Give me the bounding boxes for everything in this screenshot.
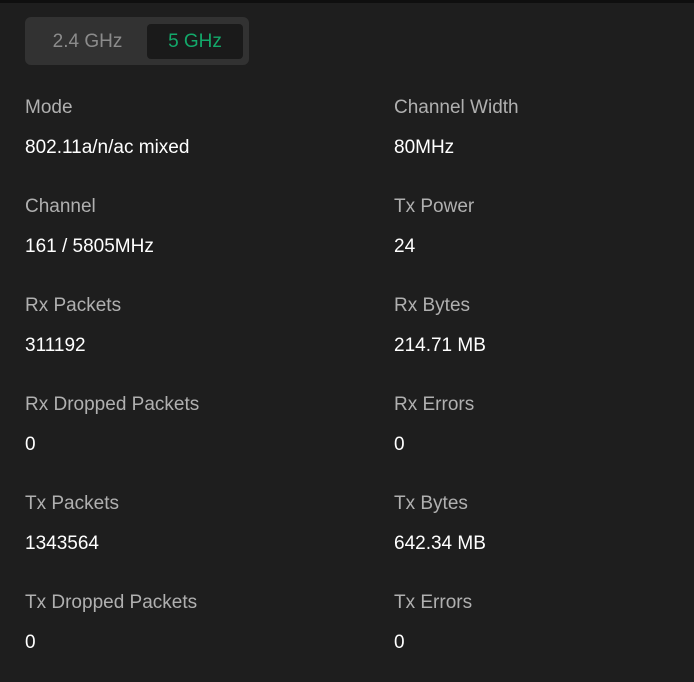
tx-errors-value: 0 [394,632,405,653]
tx-power-label: Tx Power [394,196,475,217]
top-border [0,0,694,3]
channel-width-value: 80MHz [394,137,455,158]
channel-label: Channel [25,196,96,217]
channel-value: 161 / 5805MHz [25,236,154,257]
mode-label: Mode [25,97,73,118]
rx-packets-value: 311192 [25,335,86,356]
tx-dropped-packets-label: Tx Dropped Packets [25,592,198,613]
band-option-2-4ghz[interactable]: 2.4 GHz [31,24,144,59]
rx-bytes-label: Rx Bytes [394,295,471,316]
rx-bytes-value: 214.71 MB [394,335,486,356]
band-option-5ghz[interactable]: 5 GHz [147,24,243,59]
mode-value: 802.11a/n/ac mixed [25,137,190,158]
tx-bytes-value: 642.34 MB [394,533,486,554]
band-toggle: 2.4 GHz 5 GHz [25,17,249,65]
tx-power-value: 24 [394,236,416,257]
channel-width-label: Channel Width [394,97,519,118]
tx-bytes-label: Tx Bytes [394,493,468,514]
tx-dropped-packets-value: 0 [25,632,36,653]
tx-packets-value: 1343564 [25,533,99,554]
tx-packets-label: Tx Packets [25,493,119,514]
tx-errors-label: Tx Errors [394,592,473,613]
rx-errors-value: 0 [394,434,405,455]
rx-packets-label: Rx Packets [25,295,122,316]
rx-errors-label: Rx Errors [394,394,475,415]
rx-dropped-packets-label: Rx Dropped Packets [25,394,200,415]
rx-dropped-packets-value: 0 [25,434,36,455]
